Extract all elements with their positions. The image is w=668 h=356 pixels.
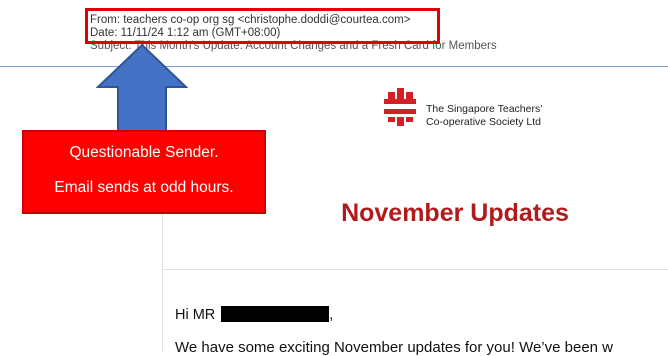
- body-teaser-text: We have some exciting November updates f…: [175, 339, 614, 356]
- logo-line-1: The Singapore Teachers’: [426, 103, 543, 115]
- redaction-bar: [221, 306, 330, 322]
- body-divider: [162, 269, 668, 270]
- logo-line-2: Co-operative Society Ltd: [426, 116, 541, 128]
- greeting: Hi MR,: [175, 306, 333, 323]
- greeting-punct: ,: [329, 307, 334, 323]
- annotation-line-1: Questionable Sender.: [69, 144, 219, 161]
- coop-logo-icon: [384, 88, 416, 126]
- annotation-line-2: Email sends at odd hours.: [54, 179, 234, 196]
- sender-highlight-box: [85, 8, 440, 44]
- coop-logo-text: The Singapore Teachers’ Co-operative Soc…: [426, 103, 543, 129]
- greeting-text: Hi MR: [175, 307, 216, 323]
- up-arrow-icon: [96, 43, 188, 132]
- annotation-callout: Questionable Sender. Email sends at odd …: [22, 130, 266, 214]
